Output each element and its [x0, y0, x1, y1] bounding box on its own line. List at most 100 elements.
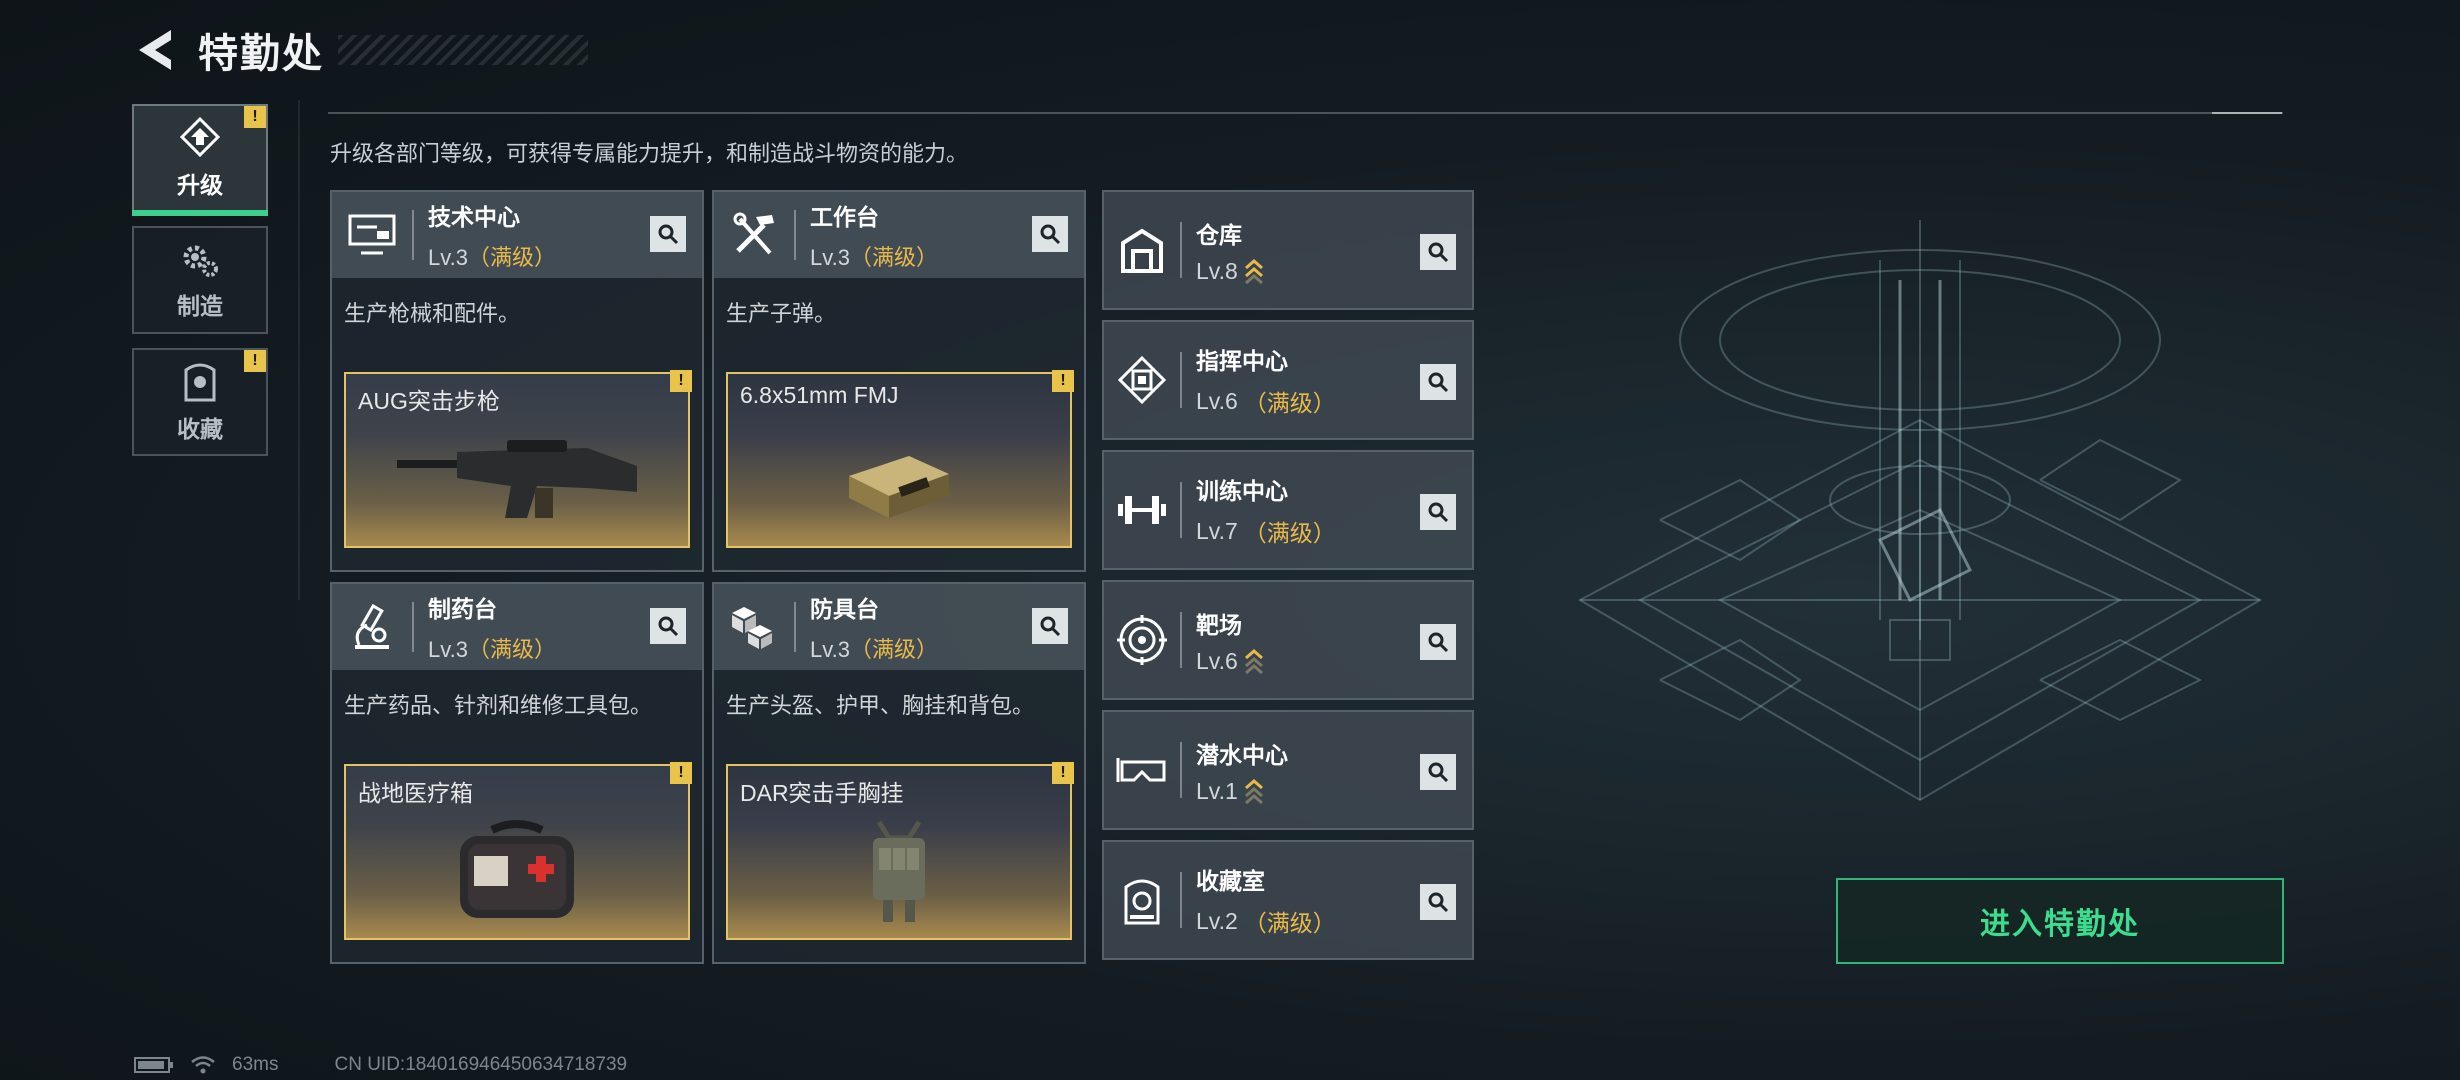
- tab-upgrade[interactable]: ! 升级: [132, 104, 268, 216]
- upgrade-available-icon: [1244, 259, 1263, 284]
- alert-badge: !: [670, 762, 692, 784]
- medkit-icon: [460, 820, 574, 918]
- inspect-button[interactable]: [1420, 494, 1456, 530]
- department-level: Lv.3: [810, 245, 850, 270]
- tab-upgrade-label: 升级: [177, 172, 223, 198]
- chip-icon: [1104, 320, 1180, 440]
- search-icon: [1040, 224, 1061, 245]
- department-level: Lv.6: [1196, 387, 1238, 414]
- separator: [1180, 482, 1182, 538]
- alert-badge: !: [244, 350, 266, 372]
- search-icon: [1040, 616, 1061, 637]
- header: 特勤处: [130, 22, 588, 78]
- department-name: 防具台: [810, 596, 879, 622]
- card-header: 防具台 Lv.3（满级）: [714, 584, 1084, 670]
- alert-badge: !: [1052, 762, 1074, 784]
- divider: [328, 112, 2283, 114]
- collection-icon: [184, 363, 216, 402]
- alert-badge: !: [1052, 370, 1074, 392]
- tab-collection[interactable]: ! 收藏: [132, 348, 268, 456]
- inspect-button[interactable]: [1420, 234, 1456, 270]
- inspect-button[interactable]: [650, 216, 686, 252]
- inspect-button[interactable]: [1420, 884, 1456, 920]
- battery-icon: [134, 1057, 173, 1073]
- department-card-pharmacy[interactable]: 制药台 Lv.3（满级） 生产药品、针剂和维修工具包。 ! 战地医疗箱: [330, 582, 704, 964]
- user-uid: CN UID:18401694645063471873​9: [334, 1054, 628, 1075]
- item-name: DAR突击手胸挂: [740, 780, 904, 806]
- back-button[interactable]: [130, 22, 180, 78]
- inspect-button[interactable]: [1420, 624, 1456, 660]
- upgrade-available-icon: [1244, 779, 1263, 804]
- inspect-button[interactable]: [1032, 608, 1068, 644]
- upgrade-icon: [179, 116, 221, 158]
- card-header: 技术中心 Lv.3（满级）: [332, 192, 702, 278]
- department-name: 潜水中心: [1196, 741, 1288, 768]
- card-header: 制药台 Lv.3（满级）: [332, 584, 702, 670]
- inspect-button[interactable]: [1032, 216, 1068, 252]
- department-row-diving-center[interactable]: 潜水中心 Lv.1: [1102, 710, 1474, 830]
- department-card-workbench[interactable]: 工作台 Lv.3（满级） 生产子弹。 ! 6.8x51mm FMJ: [712, 190, 1086, 572]
- department-level: Lv.7: [1196, 517, 1238, 544]
- search-icon: [658, 616, 679, 637]
- craft-item-slot[interactable]: ! DAR突击手胸挂: [726, 762, 1074, 940]
- department-level: Lv.3: [810, 637, 850, 662]
- search-icon: [1428, 502, 1449, 523]
- separator: [412, 602, 414, 652]
- item-name: 6.8x51mm FMJ: [740, 382, 899, 408]
- department-row-collection-room[interactable]: 收藏室 Lv.2 （满级）: [1102, 840, 1474, 960]
- search-icon: [1428, 242, 1449, 263]
- search-icon: [1428, 632, 1449, 653]
- card-header: 工作台 Lv.3（满级）: [714, 192, 1084, 278]
- inspect-button[interactable]: [1420, 364, 1456, 400]
- divider: [298, 100, 300, 600]
- ammo-box-icon: [849, 456, 949, 518]
- back-arrow-icon: [139, 30, 171, 70]
- goggles-icon: [1104, 710, 1180, 830]
- base-wireframe-illustration: [1577, 220, 2263, 802]
- department-level: Lv.3: [428, 637, 468, 662]
- ping-value: 63ms: [232, 1054, 279, 1075]
- department-description: 生产头盔、护甲、胸挂和背包。: [726, 693, 1035, 718]
- search-icon: [658, 224, 679, 245]
- tab-collection-label: 收藏: [177, 416, 223, 442]
- dumbbell-icon: [1104, 450, 1180, 570]
- craft-item-slot[interactable]: ! AUG突击步枪: [344, 370, 692, 548]
- separator: [412, 210, 414, 260]
- tab-craft-label: 制造: [177, 293, 223, 319]
- department-name: 靶场: [1196, 611, 1242, 638]
- boxes-icon: [714, 584, 794, 670]
- department-card-tech-center[interactable]: 技术中心 Lv.3（满级） 生产枪械和配件。 ! AUG突击步枪: [330, 190, 704, 572]
- enter-button-label: 进入特勤处: [1980, 908, 2140, 941]
- tab-craft[interactable]: 制造: [132, 226, 268, 334]
- tools-icon: [714, 192, 794, 278]
- max-level-label: （满级）: [849, 637, 938, 662]
- department-row-shooting-range[interactable]: 靶场 Lv.6: [1102, 580, 1474, 700]
- inspect-button[interactable]: [1420, 754, 1456, 790]
- department-name: 工作台: [810, 204, 879, 230]
- separator: [1180, 872, 1182, 928]
- craft-item-slot[interactable]: ! 战地医疗箱: [344, 762, 692, 940]
- page-title: 特勤处: [198, 32, 324, 76]
- separator: [1180, 612, 1182, 668]
- divider: [2212, 112, 2282, 114]
- inspect-button[interactable]: [650, 608, 686, 644]
- max-level-label: （满级）: [467, 245, 556, 270]
- department-row-training-center[interactable]: 训练中心 Lv.7 （满级）: [1102, 450, 1474, 570]
- department-description: 生产药品、针剂和维修工具包。: [344, 693, 653, 718]
- rifle-icon: [397, 440, 637, 518]
- department-name: 训练中心: [1196, 478, 1288, 504]
- department-row-warehouse[interactable]: 仓库 Lv.8: [1102, 190, 1474, 310]
- chest-rig-icon: [873, 820, 925, 922]
- craft-item-slot[interactable]: ! 6.8x51mm FMJ: [726, 370, 1074, 548]
- department-name: 制药台: [428, 596, 497, 622]
- item-name: 战地医疗箱: [358, 780, 473, 806]
- microscope-icon: [332, 584, 412, 670]
- alert-badge: !: [670, 370, 692, 392]
- department-row-command-center[interactable]: 指挥中心 Lv.6 （满级）: [1102, 320, 1474, 440]
- enter-special-ops-button[interactable]: 进入特勤处: [1836, 878, 2284, 964]
- section-description: 升级各部门等级，可获得专属能力提升，和制造战斗物资的能力。: [330, 141, 969, 166]
- department-card-armor-bench[interactable]: 防具台 Lv.3（满级） 生产头盔、护甲、胸挂和背包。 ! DAR突击手胸挂: [712, 582, 1086, 964]
- department-description: 生产子弹。: [726, 301, 837, 326]
- search-icon: [1428, 892, 1449, 913]
- department-description: 生产枪械和配件。: [344, 301, 521, 326]
